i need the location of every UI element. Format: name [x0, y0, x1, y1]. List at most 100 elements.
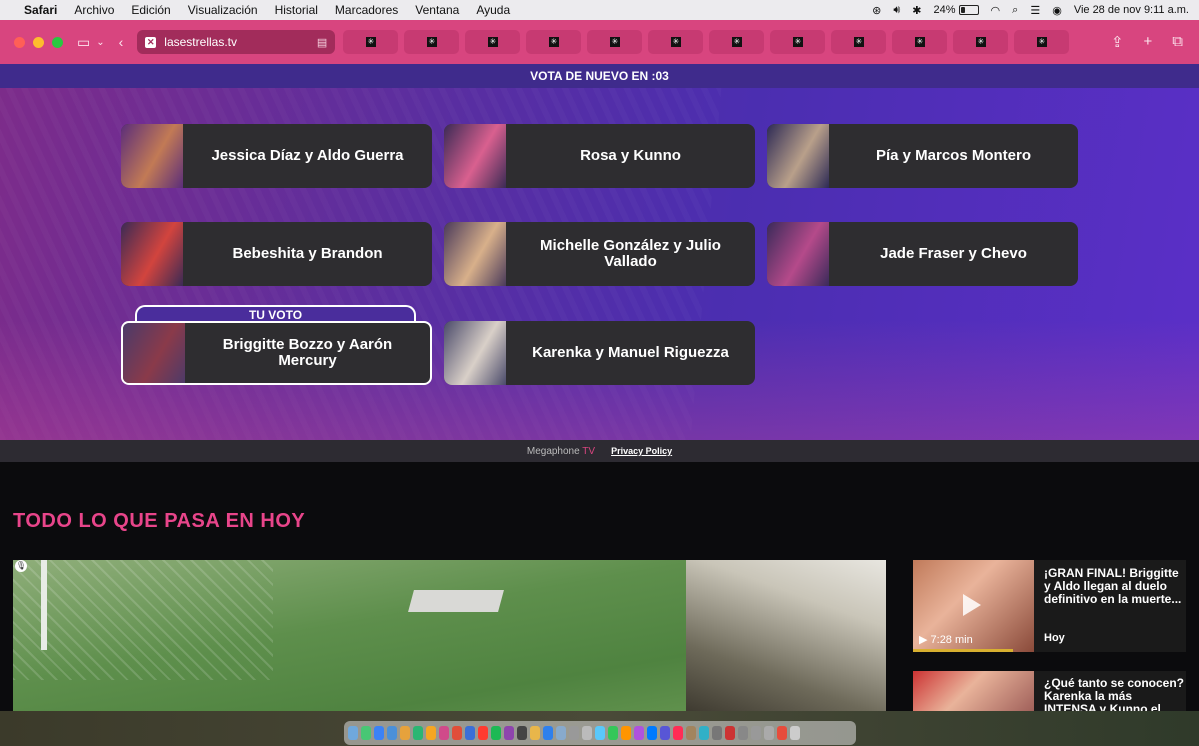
- menu-archivo[interactable]: Archivo: [74, 3, 114, 17]
- dock-app-icon[interactable]: [608, 726, 618, 740]
- dock-app-icon[interactable]: [790, 726, 800, 740]
- browser-tab[interactable]: ✳: [587, 30, 643, 54]
- dock-app-icon[interactable]: [439, 726, 449, 740]
- menu-ayuda[interactable]: Ayuda: [476, 3, 510, 17]
- sidebar-video-item[interactable]: ¿Qué tanto se conocen? Karenka la más IN…: [913, 671, 1186, 711]
- contestant-photo: [444, 222, 506, 286]
- bluetooth-icon[interactable]: ✱: [912, 4, 921, 17]
- play-icon[interactable]: [963, 594, 981, 616]
- tab-favicon-icon: ✳: [731, 37, 742, 47]
- dock-app-icon[interactable]: [751, 726, 761, 740]
- dock-app-icon[interactable]: [712, 726, 722, 740]
- video-player[interactable]: 🎙︎: [13, 560, 886, 712]
- vote-option-card[interactable]: Jade Fraser y Chevo: [767, 222, 1078, 286]
- dock-app-icon[interactable]: [699, 726, 709, 740]
- vote-option-card[interactable]: Bebeshita y Brandon: [121, 222, 432, 286]
- dock-app-icon[interactable]: [374, 726, 384, 740]
- dock-app-icon[interactable]: [387, 726, 397, 740]
- tab-strip: ✳ ✳ ✳ ✳ ✳ ✳ ✳ ✳ ✳ ✳ ✳ ✳: [343, 30, 1070, 54]
- dock-app-icon[interactable]: [738, 726, 748, 740]
- video-title[interactable]: ¡GRAN FINAL! Briggitte y Aldo llegan al …: [1044, 567, 1184, 606]
- vote-option-card[interactable]: Jessica Díaz y Aldo Guerra: [121, 124, 432, 188]
- dock-app-icon[interactable]: [361, 726, 371, 740]
- vote-option-card[interactable]: Briggitte Bozzo y Aarón Mercury: [121, 321, 432, 385]
- browser-tab[interactable]: ✳: [648, 30, 704, 54]
- share-icon[interactable]: ⇪: [1111, 33, 1124, 51]
- vote-option-card[interactable]: Rosa y Kunno: [444, 124, 755, 188]
- video-thumbnail[interactable]: [913, 671, 1034, 711]
- dock-app-icon[interactable]: [777, 726, 787, 740]
- section-title: TODO LO QUE PASA EN HOY: [13, 510, 306, 532]
- dock-app-icon[interactable]: [556, 726, 566, 740]
- dock-app-icon[interactable]: [348, 726, 358, 740]
- vote-option-card[interactable]: Pía y Marcos Montero: [767, 124, 1078, 188]
- dock-app-icon[interactable]: [634, 726, 644, 740]
- dock-app-icon[interactable]: [725, 726, 735, 740]
- safari-toolbar: ▭ ⌄ ‹ ✕ lasestrellas.tv ▤ ✳ ✳ ✳ ✳ ✳ ✳ ✳ ✳ ✳ ✳ ✳ ✳ ⇪…: [0, 20, 1199, 64]
- sidebar-video-item[interactable]: ▶︎ 7:28 min ¡GRAN FINAL! Briggitte y Ald…: [913, 560, 1186, 652]
- dock-app-icon[interactable]: [543, 726, 553, 740]
- creative-cloud-icon[interactable]: ⊛: [872, 4, 881, 17]
- dock-app-icon[interactable]: [673, 726, 683, 740]
- dock-app-icon[interactable]: [660, 726, 670, 740]
- browser-tab[interactable]: ✳: [404, 30, 460, 54]
- siri-icon[interactable]: ◉: [1052, 4, 1062, 17]
- dock-app-icon[interactable]: [621, 726, 631, 740]
- vote-option-card[interactable]: Michelle González y Julio Vallado: [444, 222, 755, 286]
- new-tab-icon[interactable]: +: [1144, 33, 1153, 51]
- dock-app-icon[interactable]: [686, 726, 696, 740]
- contestant-name: Jessica Díaz y Aldo Guerra: [211, 147, 404, 164]
- dock-app-icon[interactable]: [582, 726, 592, 740]
- minimize-window-button[interactable]: [33, 36, 44, 48]
- reader-icon[interactable]: ▤: [317, 36, 327, 49]
- video-title[interactable]: ¿Qué tanto se conocen? Karenka la más IN…: [1044, 677, 1184, 712]
- browser-tab[interactable]: ✳: [953, 30, 1009, 54]
- chevron-down-icon[interactable]: ⌄: [96, 37, 104, 48]
- menu-historial[interactable]: Historial: [275, 3, 318, 17]
- vote-option-card[interactable]: Karenka y Manuel Riguezza: [444, 321, 755, 385]
- dock-app-icon[interactable]: [764, 726, 774, 740]
- macos-menu-bar: Safari Archivo Edición Visualización His…: [0, 0, 1199, 20]
- control-center-icon[interactable]: ☰: [1030, 4, 1040, 17]
- dock-app-icon[interactable]: [413, 726, 423, 740]
- browser-tab[interactable]: ✳: [892, 30, 948, 54]
- dock-app-icon[interactable]: [504, 726, 514, 740]
- tab-overview-icon[interactable]: ⧉: [1172, 33, 1183, 51]
- dock-app-icon[interactable]: [478, 726, 488, 740]
- menu-ventana[interactable]: Ventana: [415, 3, 459, 17]
- close-window-button[interactable]: [14, 36, 25, 48]
- dock-app-icon[interactable]: [452, 726, 462, 740]
- browser-tab[interactable]: ✳: [831, 30, 887, 54]
- menu-marcadores[interactable]: Marcadores: [335, 3, 398, 17]
- dock-app-icon[interactable]: [400, 726, 410, 740]
- privacy-policy-link[interactable]: Privacy Policy: [611, 446, 672, 456]
- browser-tab[interactable]: ✳: [709, 30, 765, 54]
- sidebar-toggle-icon[interactable]: ▭: [77, 34, 90, 51]
- dock-app-icon[interactable]: [465, 726, 475, 740]
- back-icon[interactable]: ‹: [119, 34, 124, 50]
- battery-status[interactable]: 24%: [934, 4, 979, 16]
- dock-app-icon[interactable]: [517, 726, 527, 740]
- maximize-window-button[interactable]: [52, 36, 63, 48]
- browser-tab[interactable]: ✳: [343, 30, 399, 54]
- dock-app-icon[interactable]: [530, 726, 540, 740]
- menu-edicion[interactable]: Edición: [131, 3, 170, 17]
- megaphone-brand[interactable]: Megaphone TV: [527, 446, 595, 457]
- dock-app-icon[interactable]: [569, 726, 579, 740]
- browser-tab[interactable]: ✳: [526, 30, 582, 54]
- microphone-icon[interactable]: 🎙︎: [15, 560, 27, 572]
- dock-app-icon[interactable]: [491, 726, 501, 740]
- browser-tab[interactable]: ✳: [465, 30, 521, 54]
- dock-app-icon[interactable]: [426, 726, 436, 740]
- browser-tab[interactable]: ✳: [1014, 30, 1070, 54]
- menu-visualizacion[interactable]: Visualización: [188, 3, 258, 17]
- menu-app-name[interactable]: Safari: [24, 3, 57, 17]
- search-icon[interactable]: ⌕: [1012, 4, 1018, 17]
- menu-clock[interactable]: Vie 28 de nov 9:11 a.m.: [1074, 4, 1189, 16]
- address-bar[interactable]: ✕ lasestrellas.tv ▤: [137, 30, 336, 54]
- browser-tab[interactable]: ✳: [770, 30, 826, 54]
- dock-app-icon[interactable]: [647, 726, 657, 740]
- wifi-icon[interactable]: ◠: [991, 4, 1001, 17]
- volume-icon[interactable]: 🔊︎: [893, 4, 900, 17]
- dock-app-icon[interactable]: [595, 726, 605, 740]
